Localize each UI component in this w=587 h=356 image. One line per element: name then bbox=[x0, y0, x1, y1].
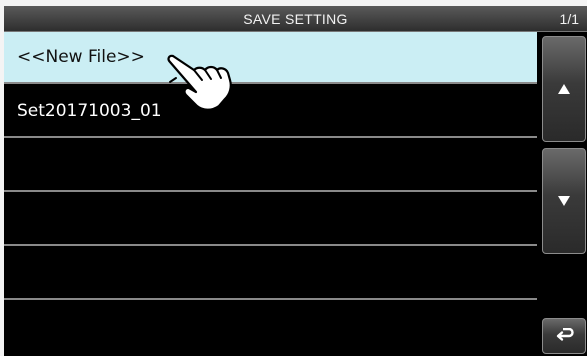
list-item-label: Set20171003_01 bbox=[17, 101, 162, 121]
list-item[interactable] bbox=[4, 140, 537, 192]
hand-pointer-icon bbox=[167, 54, 232, 111]
triangle-down-icon bbox=[558, 196, 570, 206]
list-item-new-file[interactable]: <<New File>> bbox=[4, 32, 537, 84]
scroll-up-button[interactable] bbox=[542, 36, 586, 142]
list-item[interactable] bbox=[4, 194, 537, 246]
title-bar: SAVE SETTING 1/1 bbox=[4, 6, 587, 32]
return-arrow-icon bbox=[556, 328, 574, 341]
list-item[interactable] bbox=[4, 248, 537, 300]
file-list: <<New File>> Set20171003_01 bbox=[4, 32, 537, 356]
list-item[interactable] bbox=[4, 302, 537, 356]
page-title: SAVE SETTING bbox=[243, 11, 348, 27]
list-item[interactable]: Set20171003_01 bbox=[4, 86, 537, 138]
triangle-up-icon bbox=[558, 84, 570, 94]
screen: SAVE SETTING 1/1 <<New File>> Set2017100… bbox=[4, 6, 587, 356]
side-button-column bbox=[539, 32, 587, 356]
list-item-label: <<New File>> bbox=[17, 47, 145, 67]
page-indicator: 1/1 bbox=[559, 11, 579, 27]
back-button[interactable] bbox=[542, 318, 586, 354]
scroll-down-button[interactable] bbox=[542, 148, 586, 254]
